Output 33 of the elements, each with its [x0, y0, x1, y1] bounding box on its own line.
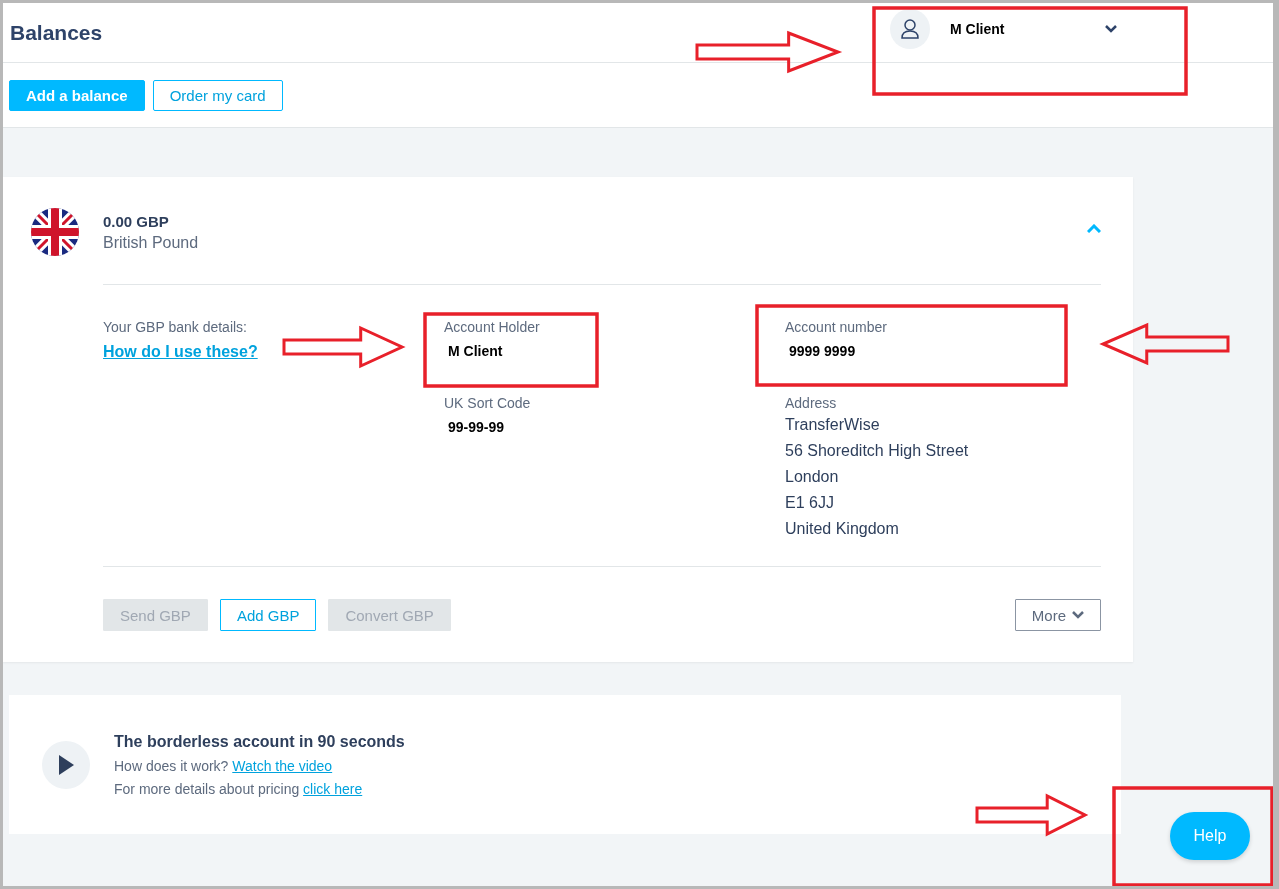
field-label: Account number [785, 319, 888, 335]
info-text: For more details about pricing [114, 780, 300, 797]
field-label: Address [785, 395, 838, 411]
field-label: Account Holder [444, 319, 541, 335]
address-line: United Kingdom [785, 519, 900, 539]
sort-code-value: 99-99-99 [448, 419, 506, 435]
balance-amount: 0.00 GBP [103, 212, 170, 230]
account-holder-value: M Client [448, 343, 504, 359]
video-title: The borderless account in 90 seconds [114, 732, 405, 751]
more-button[interactable]: More [1014, 599, 1101, 631]
user-avatar-icon [890, 8, 930, 49]
account-number-value: 9999 9999 [789, 343, 857, 359]
help-button[interactable]: Help [1170, 812, 1250, 860]
bank-details-label: Your GBP bank details: [103, 319, 248, 335]
page-title: Balances [10, 20, 104, 45]
add-balance-button[interactable]: Add a balance [9, 79, 145, 111]
address-line: London [785, 467, 840, 487]
uk-flag-icon [31, 208, 79, 256]
chevron-down-icon [1105, 24, 1117, 33]
user-menu[interactable]: M Client [890, 8, 1117, 49]
chevron-down-icon [1072, 611, 1084, 619]
info-text: How does it work? [114, 757, 229, 774]
address-line: 56 Shoreditch High Street [785, 441, 970, 461]
action-button[interactable]: Add GBP [219, 599, 317, 631]
field-label: UK Sort Code [444, 395, 532, 411]
currency-name: British Pound [103, 233, 199, 252]
info-link[interactable]: click here [303, 780, 363, 797]
play-icon[interactable] [42, 740, 90, 789]
address-line: E1 6JJ [785, 493, 835, 513]
how-to-use-link[interactable]: How do I use these? [103, 343, 258, 361]
info-link[interactable]: Watch the video [232, 757, 333, 774]
address-line: TransferWise [785, 415, 881, 435]
order-card-button[interactable]: Order my card [152, 79, 283, 111]
